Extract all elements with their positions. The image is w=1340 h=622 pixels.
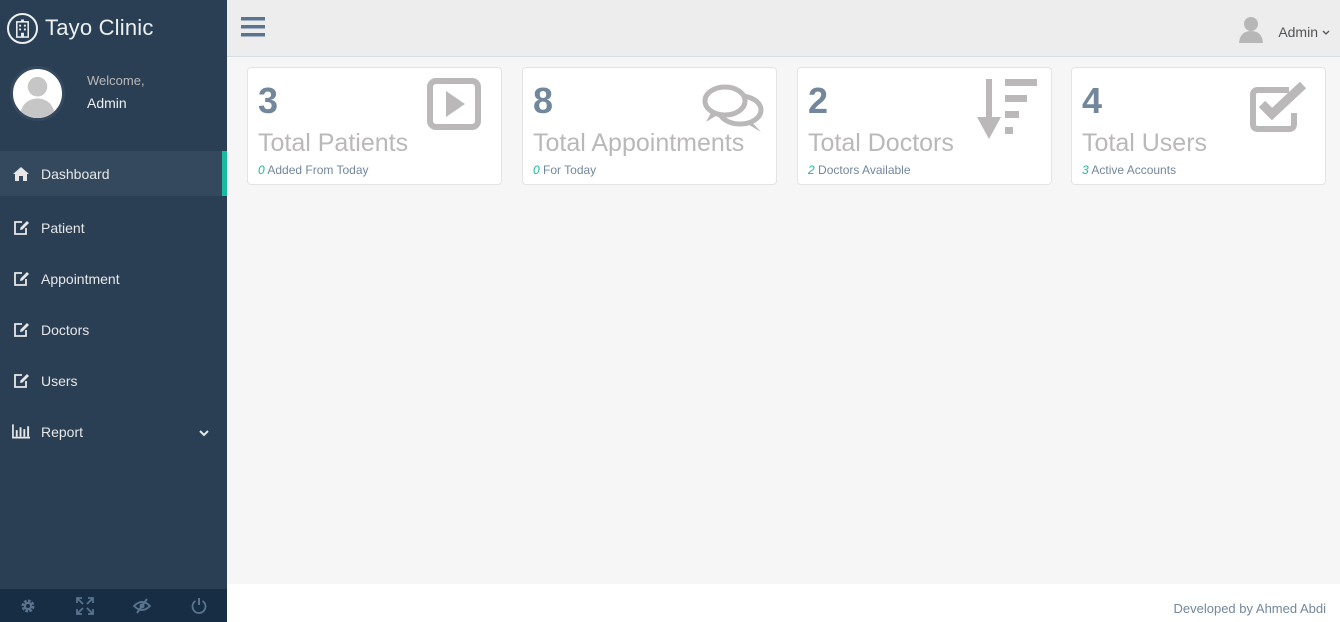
sidebar-menu: Dashboard Patient Appointment Doctors Us… [0,151,227,457]
tile-subtext: 0 Added From Today [258,163,369,177]
sidebar-item-label: Report [41,423,84,440]
page-footer: Developed by Ahmed Abdi [227,584,1340,622]
avatar [10,66,65,121]
brand[interactable]: Tayo Clinic [0,0,227,56]
welcome-text: Welcome, [87,73,145,88]
logout-icon[interactable] [170,589,227,622]
edit-icon [12,220,30,236]
fullscreen-icon[interactable] [57,589,114,622]
chevron-down-icon [1322,23,1330,41]
sidebar-item-dashboard[interactable]: Dashboard [0,151,227,196]
tile-subtext: 2 Doctors Available [808,163,911,177]
user-avatar-icon [1238,15,1264,48]
menu-toggle-icon[interactable] [241,16,265,42]
tile-title: Total Users [1082,129,1208,157]
tile-total-users: 4 Total Users 3 Active Accounts [1071,67,1326,185]
sidebar-item-label: Doctors [41,321,90,338]
profile-name: Admin [87,95,127,111]
sidebar-item-appointment[interactable]: Appointment [0,253,227,304]
edit-icon [12,373,30,389]
chevron-down-icon [199,426,209,442]
brand-name: Tayo Clinic [45,15,154,40]
sidebar-item-doctors[interactable]: Doctors [0,304,227,355]
user-menu[interactable]: Admin [1238,15,1330,48]
profile: Welcome, Admin [0,56,227,151]
lock-icon[interactable] [114,589,171,622]
sidebar-item-label: Users [41,372,78,389]
bar-chart-icon [12,424,30,440]
sidebar-footer [0,589,227,622]
edit-icon [12,322,30,338]
sidebar-item-users[interactable]: Users [0,355,227,406]
tile-subtext: 0 For Today [533,163,597,177]
sidebar-item-label: Dashboard [41,165,110,182]
check-square-icon [1249,80,1307,137]
developer-credit: Developed by Ahmed Abdi [1173,601,1327,616]
home-icon [12,166,30,182]
top-nav: Admin [227,0,1340,57]
sidebar-item-label: Patient [41,219,85,236]
tile-total-patients: 3 Total Patients 0 Added From Today [247,67,502,185]
sidebar-item-patient[interactable]: Patient [0,202,227,253]
tile-count: 4 [1082,80,1103,121]
comments-icon [702,84,764,139]
tile-title: Total Doctors [808,129,954,157]
hospital-icon [7,12,38,44]
sort-amount-desc-icon [977,77,1039,144]
user-name: Admin [1278,23,1318,40]
tile-total-appointments: 8 Total Appointments 0 For Today [522,67,777,185]
sidebar-item-label: Appointment [41,270,120,287]
tile-title: Total Patients [258,129,409,157]
tile-count: 2 [808,80,829,121]
tile-total-doctors: 2 Total Doctors 2 Doctors Available [797,67,1052,185]
sidebar-item-report[interactable]: Report [0,406,227,457]
play-square-icon [427,78,481,135]
sidebar: Tayo Clinic Welcome, Admin Dashboard Pat… [0,0,227,622]
settings-icon[interactable] [0,589,57,622]
tile-count: 3 [258,80,279,121]
tile-subtext: 3 Active Accounts [1082,163,1177,177]
edit-icon [12,271,30,287]
tile-count: 8 [533,80,554,121]
